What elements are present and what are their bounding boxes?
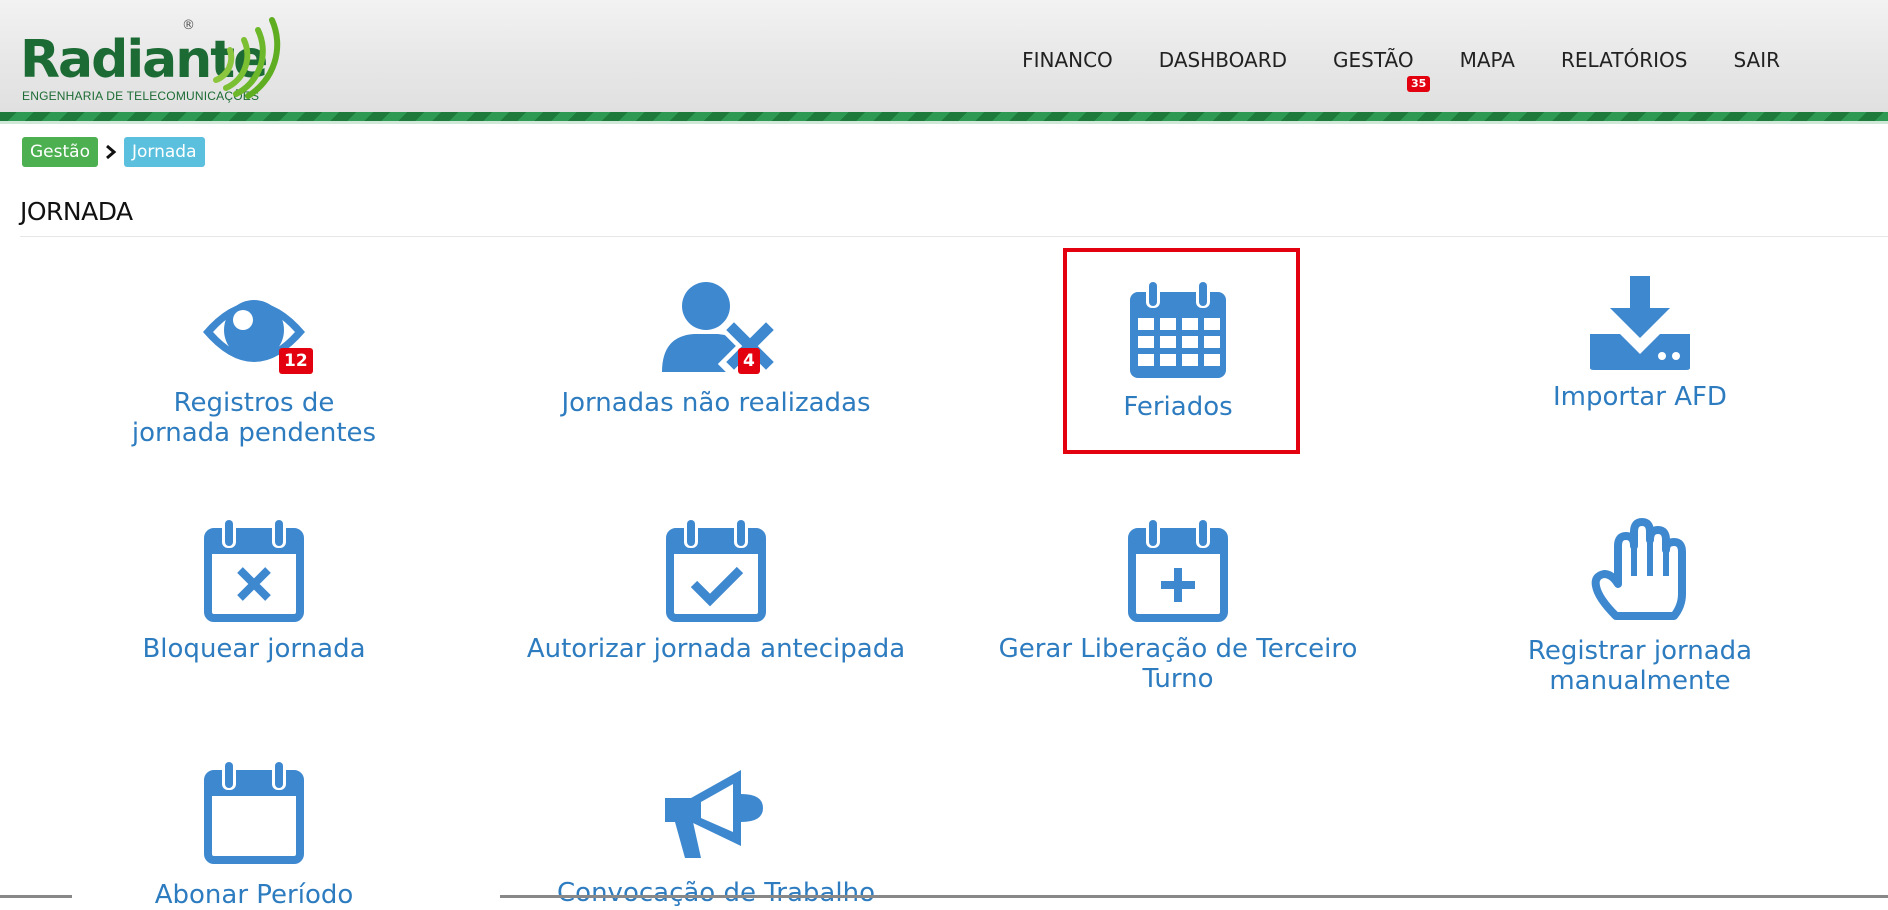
pending-count-badge: 12 <box>279 348 313 374</box>
nav-relatorios-label: RELATÓRIOS <box>1560 48 1688 72</box>
logo-registered-mark: ® <box>182 18 195 33</box>
megaphone-icon <box>661 764 771 860</box>
calendar-x-icon <box>204 518 304 622</box>
download-icon <box>1590 276 1690 370</box>
user-times-icon: 4 <box>654 280 783 379</box>
top-header: Radiante ® ENGENHARIA DE TELECOMUNICAÇÕE… <box>0 0 1888 114</box>
tile-label: Abonar Período <box>154 880 354 910</box>
calendar-icon <box>204 760 304 864</box>
nav-financo-label: FINANCO <box>1022 48 1113 72</box>
nav-sair[interactable]: SAIR <box>1733 48 1780 72</box>
breadcrumb-jornada[interactable]: Jornada <box>123 137 205 167</box>
nav-dashboard[interactable]: DASHBOARD <box>1159 48 1287 72</box>
breadcrumb-gestao[interactable]: Gestão <box>22 137 98 167</box>
nav-gestao[interactable]: GESTÃO 35 <box>1333 48 1431 92</box>
nav-mapa[interactable]: MAPA <box>1460 48 1515 72</box>
tile-autorizar-jornada-antecipada[interactable]: Autorizar jornada antecipada <box>506 518 926 664</box>
nav-financo[interactable]: FINANCO <box>1022 48 1113 72</box>
tile-registrar-jornada-manualmente[interactable]: Registrar jornada manualmente <box>1430 516 1850 696</box>
calendar-plus-icon <box>1128 518 1228 622</box>
tile-gerar-liberacao-terceiro-turno[interactable]: Gerar Liberação de Terceiro Turno <box>968 518 1388 694</box>
tile-jornadas-nao-realizadas[interactable]: 4 Jornadas não realizadas <box>506 280 926 418</box>
eye-icon: 12 <box>199 280 313 376</box>
tile-importar-afd[interactable]: Importar AFD <box>1430 276 1850 412</box>
not-done-count-badge: 4 <box>738 348 760 374</box>
nav-mapa-label: MAPA <box>1459 48 1515 72</box>
title-divider <box>20 236 1888 237</box>
highlight-box <box>1063 248 1300 454</box>
chevron-right-icon <box>98 137 124 167</box>
nav-gestao-badge: 35 <box>1407 76 1431 92</box>
main-nav: FINANCO DASHBOARD GESTÃO 35 MAPA RELATÓR… <box>976 48 1780 92</box>
tile-label: Gerar Liberação de Terceiro Turno <box>998 634 1358 694</box>
header-stripe <box>0 112 1888 121</box>
tile-label: Bloquear jornada <box>142 634 366 664</box>
tile-label: Importar AFD <box>1553 382 1727 412</box>
tile-label: Convocação de Trabalho <box>557 878 875 908</box>
nav-relatorios[interactable]: RELATÓRIOS <box>1561 48 1687 72</box>
calendar-check-icon <box>666 518 766 622</box>
tile-label: Autorizar jornada antecipada <box>526 634 906 664</box>
nav-dashboard-label: DASHBOARD <box>1158 48 1287 72</box>
tile-label: Registros de jornada pendentes <box>131 388 377 448</box>
radiante-logo[interactable]: Radiante ® ENGENHARIA DE TELECOMUNICAÇÕE… <box>20 10 290 106</box>
signal-arcs-icon <box>213 17 281 99</box>
nav-sair-label: SAIR <box>1733 48 1780 72</box>
breadcrumb: Gestão Jornada <box>22 137 205 167</box>
tile-label: Registrar jornada manualmente <box>1527 636 1753 696</box>
tile-abonar-periodo[interactable]: Abonar Período <box>44 760 464 910</box>
hand-icon <box>1590 516 1690 624</box>
tile-label: Jornadas não realizadas <box>561 388 871 418</box>
header-stripe-fade <box>0 121 1888 124</box>
tile-bloquear-jornada[interactable]: Bloquear jornada <box>44 518 464 664</box>
tile-convocacao-de-trabalho[interactable]: Convocação de Trabalho <box>506 764 926 908</box>
nav-gestao-label: GESTÃO <box>1333 48 1414 72</box>
tile-registros-pendentes[interactable]: 12 Registros de jornada pendentes <box>44 280 464 448</box>
page-title: JORNADA <box>20 197 133 226</box>
